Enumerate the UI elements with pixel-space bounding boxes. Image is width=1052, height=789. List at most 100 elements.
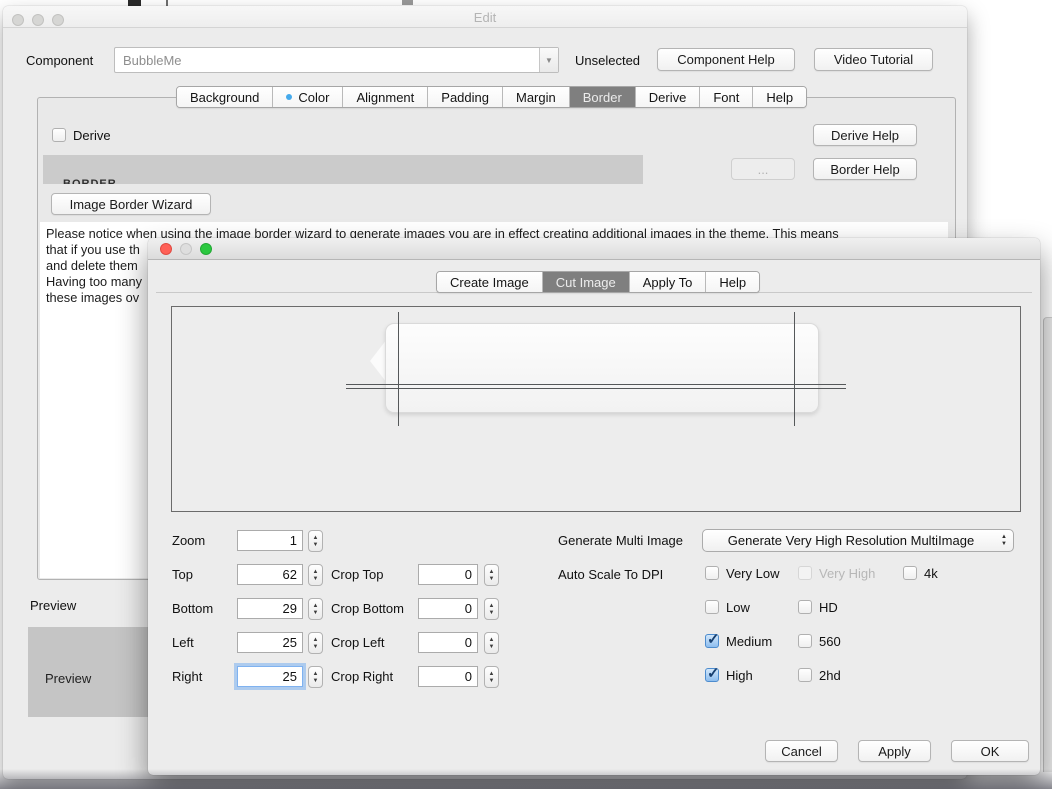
checkbox-icon [903,566,917,580]
checkbox-very-low[interactable]: Very Low [705,565,779,581]
desktop: Edit Component BubbleMe ▼ Unselected Com… [0,0,1052,789]
checkbox-4k[interactable]: 4k [903,565,938,581]
spinner-up-icon: ▲ [313,535,319,541]
spinner-up-icon: ▲ [489,569,495,575]
crop-right-stepper[interactable]: ▲▼ [484,666,499,688]
generate-multi-image-value: Generate Very High Resolution MultiImage [728,533,974,548]
image-border-wizard-dialog: Create Image Cut Image Apply To Help Zoo… [148,238,1040,775]
crop-top-input[interactable] [418,564,478,585]
right-label: Right [172,669,202,684]
border-type-clipped-text: BORDER [63,178,117,184]
checkbox-high[interactable]: High [705,667,753,683]
crop-top-stepper[interactable]: ▲▼ [484,564,499,586]
checkbox-icon [705,600,719,614]
apply-button[interactable]: Apply [858,740,931,762]
right-input[interactable] [237,666,303,687]
top-cut-guide [346,384,846,385]
tab-cut-image[interactable]: Cut Image [543,272,630,292]
close-icon[interactable] [160,243,172,255]
spinner-up-icon: ▲ [313,671,319,677]
tab-create-image[interactable]: Create Image [437,272,543,292]
zoom-label: Zoom [172,533,205,548]
derive-checkbox[interactable]: Derive [52,127,111,143]
ok-button[interactable]: OK [951,740,1029,762]
spinner-down-icon: ▼ [489,576,495,582]
crop-bottom-input[interactable] [418,598,478,619]
preview-label: Preview [30,598,76,613]
checkbox-icon [798,668,812,682]
ellipsis-button[interactable]: ... [731,158,795,180]
checkbox-icon [798,634,812,648]
right-cut-guide [794,312,795,426]
tab-derive[interactable]: Derive [636,87,701,107]
top-input[interactable] [237,564,303,585]
cut-image-preview [171,306,1021,512]
checkbox-icon [705,566,719,580]
bottom-stepper[interactable]: ▲▼ [308,598,323,620]
spinner-down-icon: ▼ [489,644,495,650]
checkbox-low[interactable]: Low [705,599,750,615]
spinner-up-icon: ▲ [313,603,319,609]
checkbox-icon [798,600,812,614]
checkbox-medium[interactable]: Medium [705,633,772,649]
spinner-down-icon: ▼ [489,678,495,684]
auto-scale-label: Auto Scale To DPI [558,567,663,582]
crop-left-input[interactable] [418,632,478,653]
border-help-button[interactable]: Border Help [813,158,917,180]
component-combobox-value: BubbleMe [115,53,539,68]
border-type-selector[interactable]: BORDER [43,155,643,184]
tab-help[interactable]: Help [706,272,759,292]
spinner-up-icon: ▲ [313,637,319,643]
cancel-button[interactable]: Cancel [765,740,838,762]
checkbox-hd[interactable]: HD [798,599,838,615]
left-cut-guide [398,312,399,426]
crop-top-label: Crop Top [331,567,384,582]
component-help-button[interactable]: Component Help [657,48,795,71]
bubble-shape [385,323,819,413]
crop-left-stepper[interactable]: ▲▼ [484,632,499,654]
derive-help-button[interactable]: Derive Help [813,124,917,146]
checkbox-checked-icon [705,634,719,648]
tab-margin[interactable]: Margin [503,87,570,107]
crop-right-input[interactable] [418,666,478,687]
checkbox-2hd[interactable]: 2hd [798,667,841,683]
window-title: Edit [3,10,967,25]
spinner-down-icon: ▼ [313,644,319,650]
component-label: Component [26,53,93,68]
left-label: Left [172,635,194,650]
left-stepper[interactable]: ▲▼ [308,632,323,654]
tab-color[interactable]: Color [273,87,343,107]
zoom-window-icon[interactable] [200,243,212,255]
generate-multi-image-label: Generate Multi Image [558,533,683,548]
spinner-down-icon: ▼ [313,542,319,548]
checkbox-very-high[interactable]: Very High [798,565,875,581]
checkbox-560[interactable]: 560 [798,633,841,649]
tab-border[interactable]: Border [570,87,636,107]
wizard-dialog-titlebar [148,238,1040,260]
left-input[interactable] [237,632,303,653]
tab-background[interactable]: Background [177,87,273,107]
image-border-wizard-button[interactable]: Image Border Wizard [51,193,211,215]
zoom-stepper[interactable]: ▲▼ [308,530,323,552]
bottom-input[interactable] [237,598,303,619]
checkbox-icon [798,566,812,580]
tab-padding[interactable]: Padding [428,87,503,107]
chevron-down-icon[interactable]: ▼ [539,48,558,72]
zoom-input[interactable] [237,530,303,551]
right-stepper[interactable]: ▲▼ [308,666,323,688]
checkbox-checked-icon [705,668,719,682]
video-tutorial-button[interactable]: Video Tutorial [814,48,933,71]
generate-multi-image-select[interactable]: Generate Very High Resolution MultiImage… [702,529,1014,552]
tab-apply-to[interactable]: Apply To [630,272,707,292]
minimize-icon[interactable] [180,243,192,255]
tab-help[interactable]: Help [753,87,806,107]
spinner-down-icon: ▼ [313,610,319,616]
component-combobox[interactable]: BubbleMe ▼ [114,47,559,73]
background-window-fragment [402,0,413,5]
crop-bottom-stepper[interactable]: ▲▼ [484,598,499,620]
tab-font[interactable]: Font [700,87,753,107]
top-stepper[interactable]: ▲▼ [308,564,323,586]
tab-alignment[interactable]: Alignment [343,87,428,107]
style-tabbar: Background Color Alignment Padding Margi… [176,86,807,108]
edit-window-titlebar: Edit [3,6,967,28]
